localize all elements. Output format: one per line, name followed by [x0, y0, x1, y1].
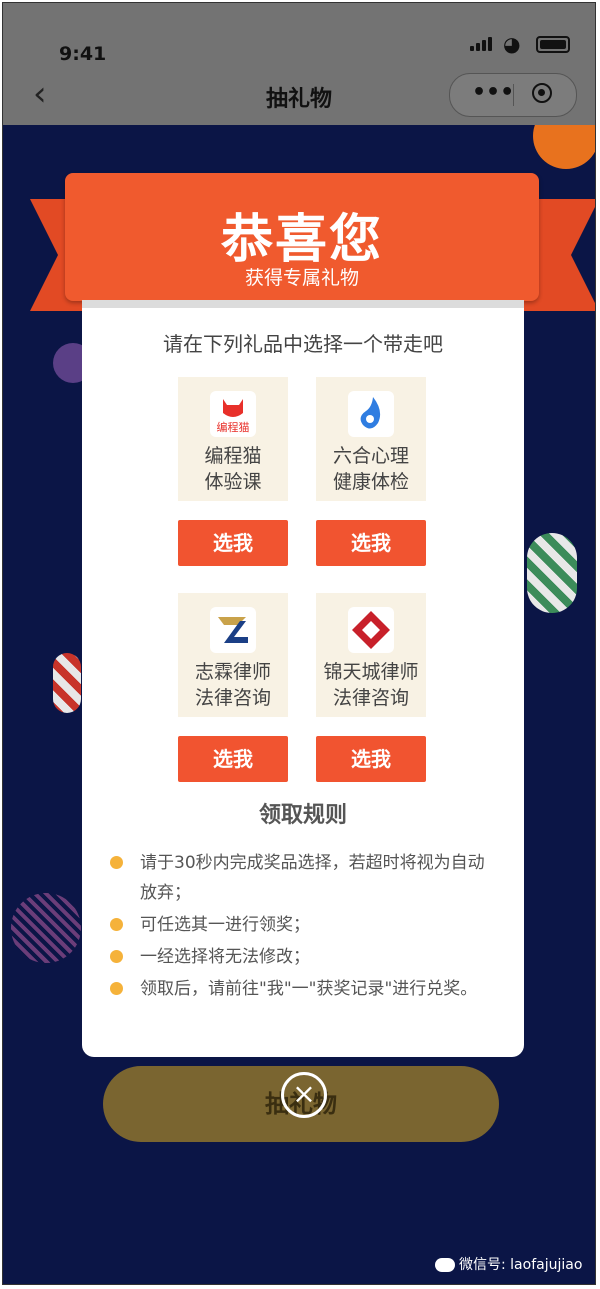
status-time: 9:41	[59, 43, 107, 65]
gift-name: 编程猫 体验课	[178, 443, 288, 495]
watermark-text: 微信号: laofajujiao	[459, 1257, 583, 1273]
rule-item: 领取后，请前往"我"一"获奖记录"进行兑奖。	[110, 974, 500, 1004]
biancheng-logo-icon: 编程猫	[210, 391, 256, 437]
capsule-divider	[513, 84, 514, 106]
wechat-icon	[435, 1258, 455, 1272]
gift-name: 六合心理 健康体检	[316, 443, 426, 495]
congrats-subtitle: 获得专属礼物	[244, 267, 359, 289]
gift-name-line1: 编程猫	[204, 445, 262, 467]
gift-name: 志霖律师 法律咨询	[178, 659, 288, 711]
gift-card-zhilin[interactable]: 志霖律师 法律咨询	[178, 593, 288, 717]
jintiancheng-logo-icon	[348, 607, 394, 653]
bullet-dot-icon	[110, 856, 123, 869]
close-mini-program-icon[interactable]	[532, 83, 552, 103]
gift-card-biancheng[interactable]: 编程猫 编程猫 体验课	[178, 377, 288, 501]
more-icon[interactable]: •••	[472, 80, 514, 105]
gift-card-jintiancheng[interactable]: 锦天城律师 法律咨询	[316, 593, 426, 717]
congrats-title: 恭喜您	[220, 210, 383, 270]
gift-name-line1: 锦天城律师	[323, 661, 419, 683]
gift-name-line1: 志霖律师	[194, 661, 271, 683]
choose-prompt: 请在下列礼品中选择一个带走吧	[163, 332, 443, 356]
bullet-dot-icon	[110, 982, 123, 995]
rule-text: 领取后，请前往"我"一"获奖记录"进行兑奖。	[140, 979, 478, 999]
rule-text: 可任选其一进行领奖；	[140, 915, 310, 935]
bullet-dot-icon	[110, 918, 123, 931]
gift-name-line1: 六合心理	[332, 445, 409, 467]
rule-text: 一经选择将无法修改；	[140, 947, 310, 967]
gift-card-liuhe[interactable]: 六合心理 健康体检	[316, 377, 426, 501]
gift-dialog: 请在下列礼品中选择一个带走吧 编程猫 编程猫 体验课 六合心理 健康体检 选我 …	[82, 300, 524, 1057]
rules-list: 请于30秒内完成奖品选择，若超时将视为自动放弃； 可任选其一进行领奖； 一经选择…	[110, 848, 500, 1006]
choose-button-biancheng[interactable]: 选我	[178, 520, 288, 566]
decor-candy-cane	[527, 533, 577, 613]
gift-name-line2: 体验课	[204, 471, 262, 493]
rule-item: 请于30秒内完成奖品选择，若超时将视为自动放弃；	[110, 848, 500, 908]
gift-name-line2: 法律咨询	[332, 687, 409, 709]
rules-title: 领取规则	[258, 803, 347, 828]
watermark: 微信号: laofajujiao	[435, 1254, 582, 1274]
choose-button-jintiancheng[interactable]: 选我	[316, 736, 426, 782]
gift-name-line2: 法律咨询	[194, 687, 271, 709]
decor-candy-cane-left	[53, 653, 81, 713]
dialog-top-edge	[82, 300, 524, 308]
biancheng-logo-text: 编程猫	[217, 420, 250, 434]
close-icon[interactable]: ×	[281, 1072, 327, 1118]
zhilin-logo-icon	[210, 607, 256, 653]
choose-button-zhilin[interactable]: 选我	[178, 736, 288, 782]
gift-name-line2: 健康体检	[332, 471, 409, 493]
choose-button-liuhe[interactable]: 选我	[316, 520, 426, 566]
signal-icon	[470, 37, 496, 51]
nav-bar: ‹ 抽礼物 •••	[3, 73, 595, 125]
gift-name: 锦天城律师 法律咨询	[316, 659, 426, 711]
bullet-dot-icon	[110, 950, 123, 963]
congrats-ribbon: 恭喜您 获得专属礼物	[65, 173, 539, 301]
battery-icon	[536, 36, 570, 53]
phone-screen: 抽礼物 9:41 ◕ ‹ 抽礼物 ••• 恭喜您 获得专属礼物 请在下列礼品中选…	[2, 2, 596, 1285]
mini-program-capsule: •••	[449, 73, 577, 117]
rule-item: 一经选择将无法修改；	[110, 942, 500, 972]
status-bar: 9:41 ◕	[3, 3, 595, 73]
decor-ball-striped	[11, 893, 81, 963]
wifi-icon: ◕	[503, 32, 521, 56]
rule-text: 请于30秒内完成奖品选择，若超时将视为自动放弃；	[140, 853, 485, 903]
liuhe-logo-icon	[348, 391, 394, 437]
rule-item: 可任选其一进行领奖；	[110, 910, 500, 940]
